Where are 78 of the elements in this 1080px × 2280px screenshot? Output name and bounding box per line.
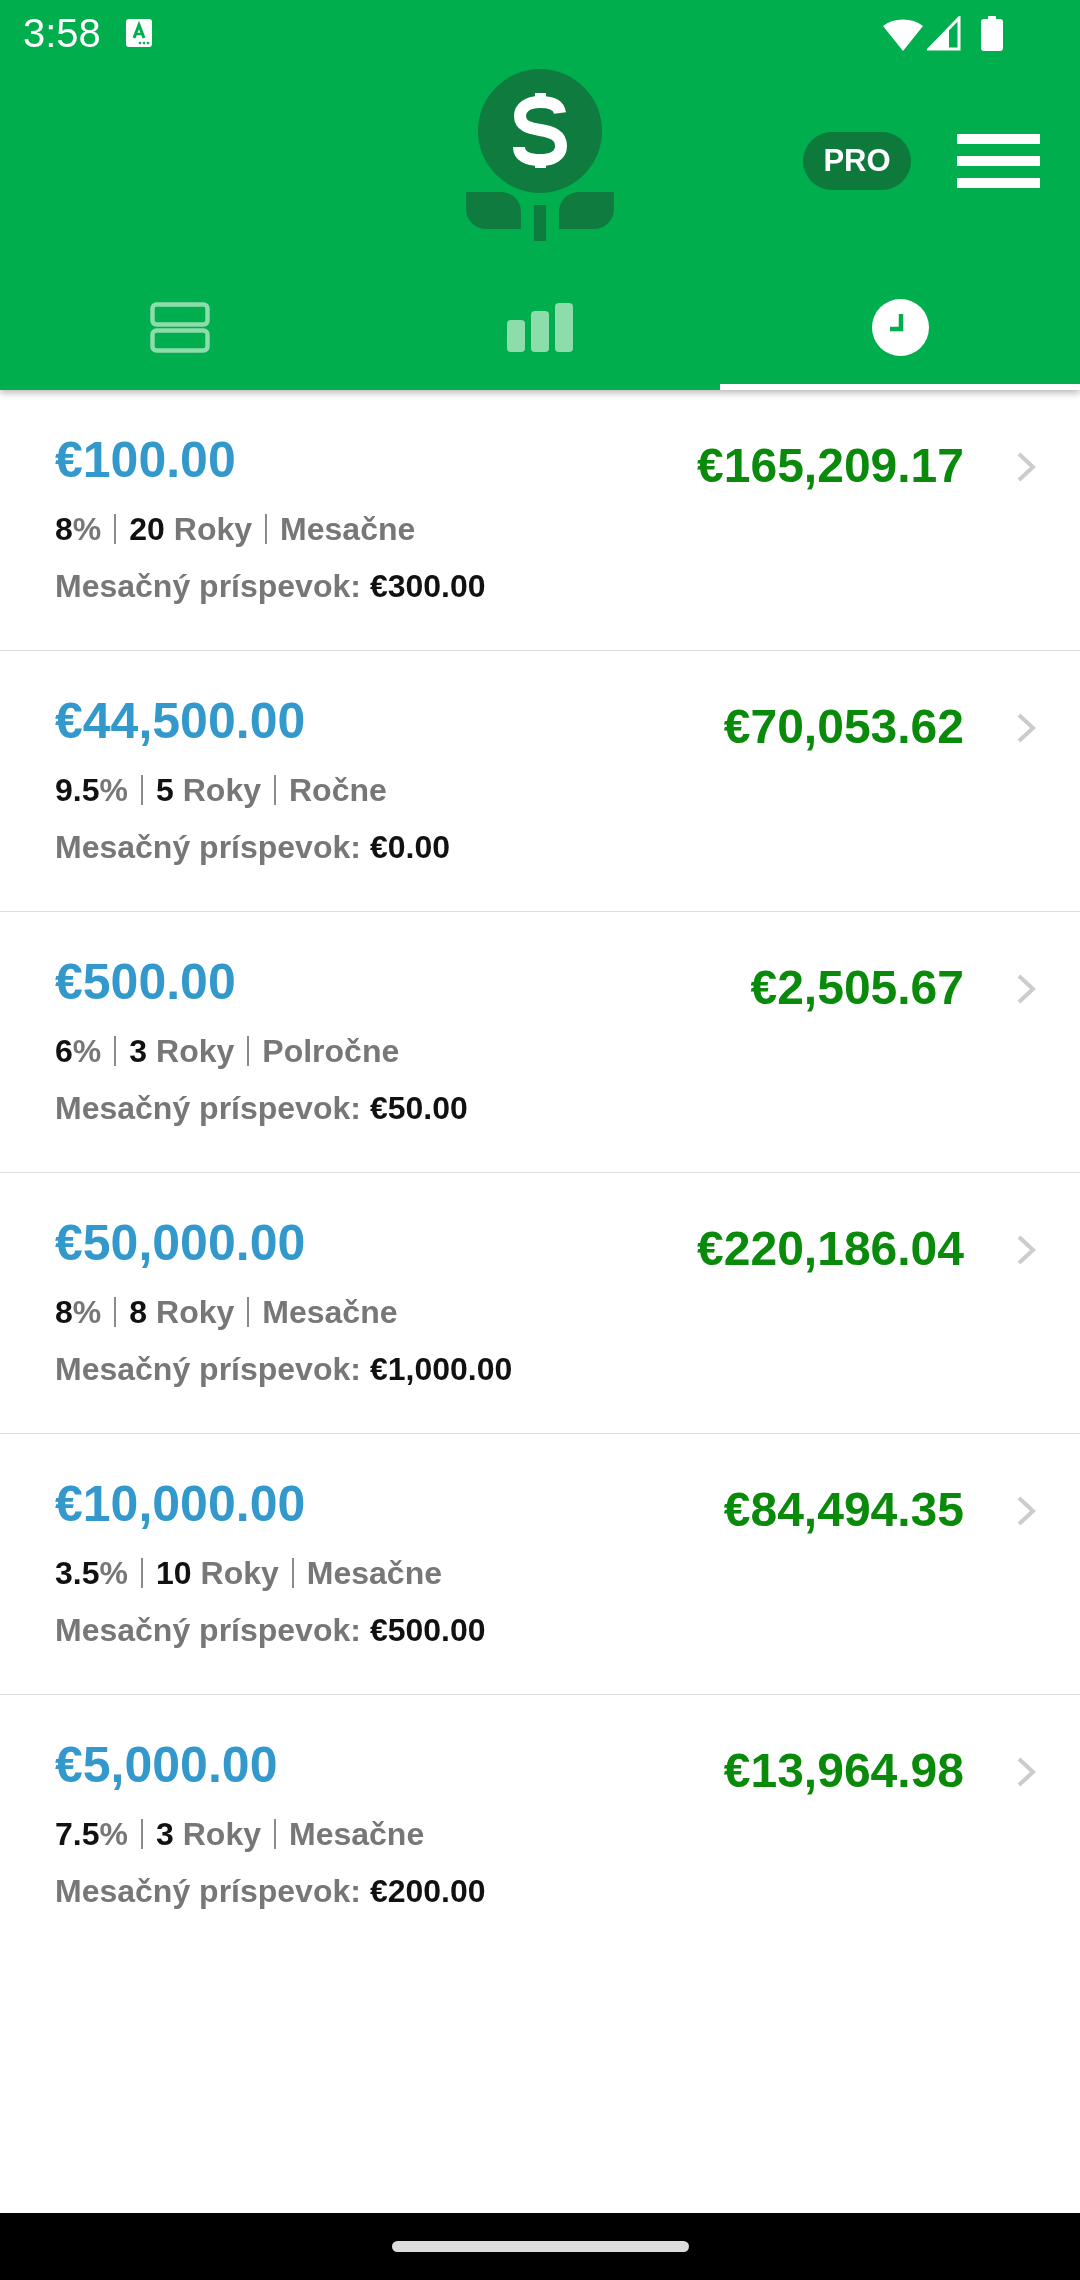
pro-button[interactable]: PRO (803, 132, 911, 190)
chevron-right-icon (1016, 451, 1036, 483)
future-value: €84,494.35 (723, 1482, 964, 1538)
percent-sign: % (72, 510, 102, 548)
years-label: Roky (182, 1815, 261, 1853)
years-label: Roky (156, 1032, 235, 1070)
percent-sign: % (99, 771, 128, 809)
future-value: €2,505.67 (750, 960, 964, 1016)
principal-amount: €500.00 (55, 953, 237, 1012)
frequency-label: Polročne (262, 1032, 400, 1070)
percent-sign: % (99, 1554, 128, 1592)
status-time: 3:58 (23, 13, 101, 53)
future-value: €70,053.62 (723, 699, 964, 755)
contribution-amount: €200.00 (369, 1872, 486, 1910)
interest-rate: 3.5 (55, 1554, 100, 1592)
interest-rate: 8 (55, 1293, 73, 1331)
principal-amount: €10,000.00 (55, 1475, 307, 1534)
frequency-label: Mesačne (289, 1815, 425, 1853)
bar-chart-icon (507, 302, 573, 352)
chevron-right-icon (1016, 712, 1036, 744)
history-item[interactable]: €500.00 6% 3 Roky Polročne Mesačný príspevok: €50.00 €2,505.67 (0, 912, 1080, 1173)
years-value: 20 (129, 510, 165, 548)
years-label: Roky (173, 510, 253, 548)
future-value: €13,964.98 (723, 1743, 964, 1799)
frequency-label: Mesačne (262, 1293, 398, 1331)
future-value: €165,209.17 (697, 438, 964, 494)
years-value: 10 (155, 1554, 192, 1592)
frequency-label: Mesačne (306, 1554, 442, 1592)
history-item[interactable]: €10,000.00 3.5% 10 Roky Mesačne Mesačný príspevok: €500.00 €84,494.35 (0, 1434, 1080, 1695)
chevron-right-icon (1016, 973, 1036, 1005)
percent-sign: % (72, 1032, 102, 1070)
principal-amount: €44,500.00 (55, 692, 307, 751)
years-value: 3 (129, 1032, 148, 1070)
history-item[interactable]: €5,000.00 7.5% 3 Roky Mesačne Mesačný príspevok: €200.00 €13,964.98 (0, 1695, 1080, 1956)
years-value: 5 (155, 771, 174, 809)
contribution-label: Mesačný príspevok: (55, 1350, 361, 1388)
history-item[interactable]: €50,000.00 8% 8 Roky Mesačne Mesačný príspevok: €1,000.00 €220,186.04 (0, 1173, 1080, 1434)
years-value: 3 (155, 1815, 174, 1853)
history-item[interactable]: €44,500.00 9.5% 5 Roky Ročne Mesačný príspevok: €0.00 €70,053.62 (0, 651, 1080, 912)
contribution-label: Mesačný príspevok: (55, 567, 361, 605)
menu-icon (957, 134, 1040, 188)
interest-rate: 9.5 (55, 771, 100, 809)
menu-button[interactable] (957, 134, 1040, 188)
future-value: €220,186.04 (697, 1221, 964, 1277)
years-label: Roky (156, 1293, 235, 1331)
contribution-label: Mesačný príspevok: (55, 828, 361, 866)
years-value: 8 (129, 1293, 148, 1331)
years-label: Roky (200, 1554, 279, 1592)
contribution-label: Mesačný príspevok: (55, 1872, 361, 1910)
clock-icon (871, 298, 929, 356)
list-icon (150, 301, 210, 353)
contribution-amount: €0.00 (369, 828, 450, 866)
percent-sign: % (99, 1815, 128, 1853)
contribution-amount: €300.00 (369, 567, 486, 605)
frequency-label: Mesačne (280, 510, 416, 548)
contribution-label: Mesačný príspevok: (55, 1611, 361, 1649)
interest-rate: 8 (55, 510, 73, 548)
percent-sign: % (72, 1293, 102, 1331)
contribution-amount: €50.00 (369, 1089, 468, 1127)
principal-amount: €50,000.00 (55, 1214, 307, 1273)
signal-icon (927, 15, 961, 51)
principal-amount: €100.00 (55, 431, 237, 490)
logo-icon (466, 69, 614, 241)
years-label: Roky (182, 771, 261, 809)
notification-icon (125, 19, 152, 47)
interest-rate: 6 (55, 1032, 73, 1070)
chevron-right-icon (1016, 1756, 1036, 1788)
contribution-label: Mesačný príspevok: (55, 1089, 361, 1127)
contribution-amount: €500.00 (369, 1611, 486, 1649)
chevron-right-icon (1016, 1234, 1036, 1266)
chevron-right-icon (1016, 1495, 1036, 1527)
contribution-amount: €1,000.00 (369, 1350, 513, 1388)
gesture-handle[interactable] (391, 2241, 689, 2252)
battery-icon (981, 15, 1003, 51)
frequency-label: Ročne (289, 771, 387, 809)
history-item[interactable]: €100.00 8% 20 Roky Mesačne Mesačný príspevok: €300.00 €165,209.17 (0, 390, 1080, 651)
principal-amount: €5,000.00 (55, 1736, 279, 1795)
interest-rate: 7.5 (55, 1815, 100, 1853)
